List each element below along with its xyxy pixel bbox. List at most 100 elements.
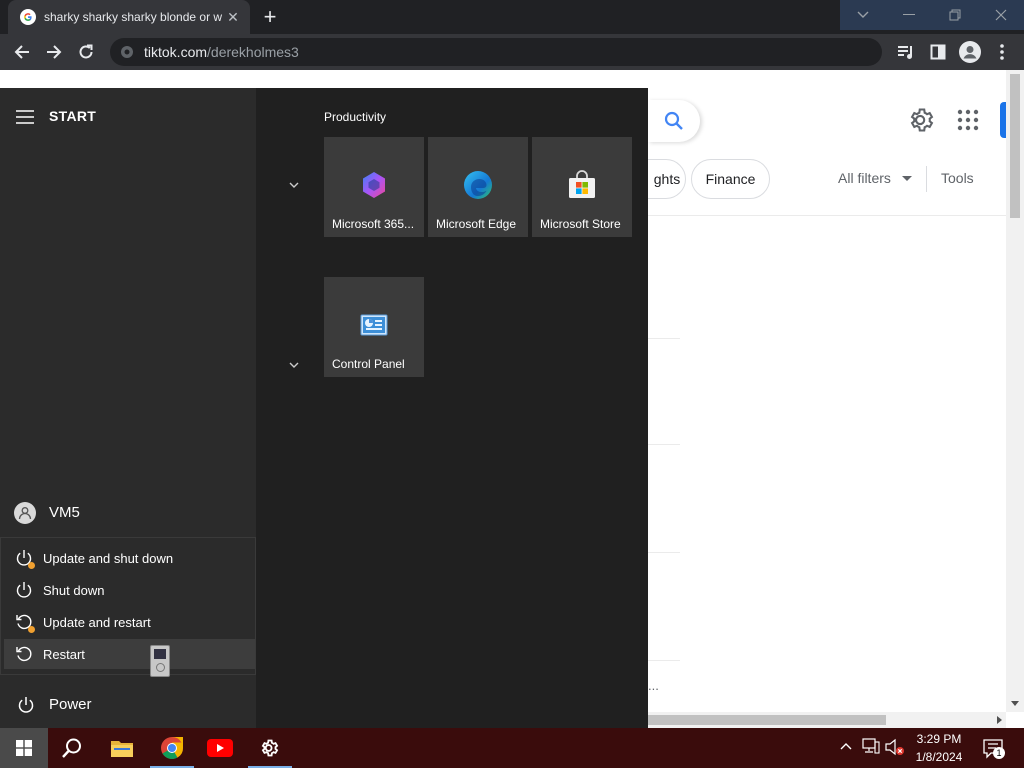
start-menu-header: START xyxy=(49,108,97,124)
tile-control-panel[interactable]: Control Panel xyxy=(324,277,424,377)
tile-label: Microsoft 365... xyxy=(332,217,415,231)
reload-button[interactable] xyxy=(72,38,100,66)
tile-microsoft-365[interactable]: Microsoft 365... xyxy=(324,137,424,237)
google-apps-icon[interactable] xyxy=(956,108,980,132)
result-divider xyxy=(648,338,680,339)
power-icon xyxy=(18,697,34,713)
url-path: /derekholmes3 xyxy=(207,44,299,60)
browser-tab[interactable]: sharky sharky sharky blonde or w ✕ xyxy=(8,0,250,34)
scroll-down-arrow-icon[interactable] xyxy=(1010,698,1020,708)
new-tab-button[interactable]: + xyxy=(258,5,282,29)
notification-count-badge: 1 xyxy=(993,747,1005,759)
taskbar-search-button[interactable] xyxy=(48,728,96,768)
microsoft-365-icon xyxy=(363,172,385,198)
minimize-icon xyxy=(903,14,915,15)
header-divider xyxy=(648,215,1006,216)
close-icon xyxy=(995,9,1007,21)
arrow-right-icon xyxy=(47,45,62,59)
url-host: tiktok.com xyxy=(144,44,208,60)
clock-time[interactable]: 3:29 PM xyxy=(912,732,966,746)
more-vert-icon xyxy=(1000,44,1004,60)
restart-option[interactable]: Restart xyxy=(4,639,255,669)
all-filters-menu[interactable]: All filters xyxy=(838,170,912,186)
all-filters-label: All filters xyxy=(838,170,891,186)
reload-icon xyxy=(79,44,93,59)
store-icon xyxy=(569,170,595,198)
youtube-icon xyxy=(207,739,233,757)
restore-icon xyxy=(949,9,961,21)
tile-label: Microsoft Store xyxy=(540,217,621,231)
user-avatar-icon xyxy=(14,502,36,524)
profile-avatar-icon xyxy=(959,41,981,63)
tile-microsoft-edge[interactable]: Microsoft Edge xyxy=(428,137,528,237)
tile-label: Control Panel xyxy=(332,357,405,371)
update-and-restart-option[interactable]: Update and restart xyxy=(4,607,255,637)
start-button[interactable] xyxy=(0,728,48,768)
vertical-scrollbar-thumb[interactable] xyxy=(1010,74,1020,218)
user-account-button[interactable] xyxy=(0,496,256,530)
minimize-button[interactable] xyxy=(886,0,932,30)
tab-title: sharky sharky sharky blonde or w xyxy=(44,10,223,24)
restart-icon xyxy=(16,646,32,662)
show-hidden-icons-chevron-icon[interactable] xyxy=(838,738,854,754)
clock-date[interactable]: 1/8/2024 xyxy=(912,750,966,764)
search-icon xyxy=(664,111,683,130)
taskbar-settings[interactable] xyxy=(246,728,294,768)
power-option-label: Update and shut down xyxy=(43,550,174,566)
folder-icon xyxy=(111,741,133,757)
tab-search-button[interactable] xyxy=(840,0,886,30)
side-panel-button[interactable] xyxy=(926,40,950,64)
volume-muted-icon[interactable] xyxy=(885,738,905,756)
media-control-button[interactable] xyxy=(894,40,918,64)
settings-gear-icon[interactable] xyxy=(908,106,936,134)
chrome-menu-button[interactable] xyxy=(990,40,1014,64)
collapse-group-chevron-icon[interactable] xyxy=(287,360,301,370)
arrow-left-icon xyxy=(14,45,29,59)
tile-group-title[interactable]: Productivity xyxy=(324,110,386,124)
restore-button[interactable] xyxy=(932,0,978,30)
windows-logo-icon xyxy=(16,740,32,756)
hamburger-menu-icon[interactable] xyxy=(16,110,34,124)
tools-button[interactable]: Tools xyxy=(941,170,974,186)
horizontal-scrollbar-thumb[interactable] xyxy=(648,715,886,725)
taskbar-chrome[interactable] xyxy=(148,728,196,768)
edge-icon xyxy=(464,171,492,199)
power-label: Power xyxy=(49,696,92,713)
power-option-label: Shut down xyxy=(43,582,105,598)
control-panel-icon xyxy=(360,314,388,336)
forward-button[interactable] xyxy=(40,38,68,66)
update-pending-dot xyxy=(28,562,35,569)
power-option-label: Update and restart xyxy=(43,614,151,630)
settings-gear-icon xyxy=(261,739,279,757)
result-divider xyxy=(648,660,680,661)
tile-microsoft-store[interactable]: Microsoft Store xyxy=(532,137,632,237)
site-info-icon[interactable] xyxy=(120,45,134,59)
chevron-down-icon xyxy=(857,11,869,18)
scroll-right-arrow-icon[interactable] xyxy=(994,714,1004,726)
result-snippet-ellipsis: ... xyxy=(648,678,659,693)
collapse-group-chevron-icon[interactable] xyxy=(287,180,301,190)
result-divider xyxy=(648,552,680,553)
search-icon xyxy=(62,738,81,758)
network-icon[interactable] xyxy=(862,738,880,754)
shut-down-option[interactable]: Shut down xyxy=(4,575,255,605)
filter-chip-finance[interactable]: Finance xyxy=(691,159,770,199)
close-window-button[interactable] xyxy=(978,0,1024,30)
back-button[interactable] xyxy=(8,38,36,66)
power-icon xyxy=(16,582,32,598)
update-pending-dot xyxy=(28,626,35,633)
chrome-icon xyxy=(161,737,183,759)
media-queue-icon xyxy=(898,46,912,59)
user-name: VM5 xyxy=(49,504,80,521)
power-button[interactable] xyxy=(0,688,256,722)
drag-cursor-icon xyxy=(150,645,170,677)
result-divider xyxy=(648,444,680,445)
search-button[interactable] xyxy=(648,100,700,142)
update-and-shut-down-option[interactable]: Update and shut down xyxy=(4,543,255,573)
taskbar-youtube[interactable] xyxy=(196,728,244,768)
address-bar[interactable]: tiktok.com/derekholmes3 xyxy=(110,38,882,66)
tab-close-icon[interactable]: ✕ xyxy=(224,9,242,26)
profile-button[interactable] xyxy=(958,40,982,64)
tile-label: Microsoft Edge xyxy=(436,217,517,231)
taskbar-file-explorer[interactable] xyxy=(98,728,146,768)
